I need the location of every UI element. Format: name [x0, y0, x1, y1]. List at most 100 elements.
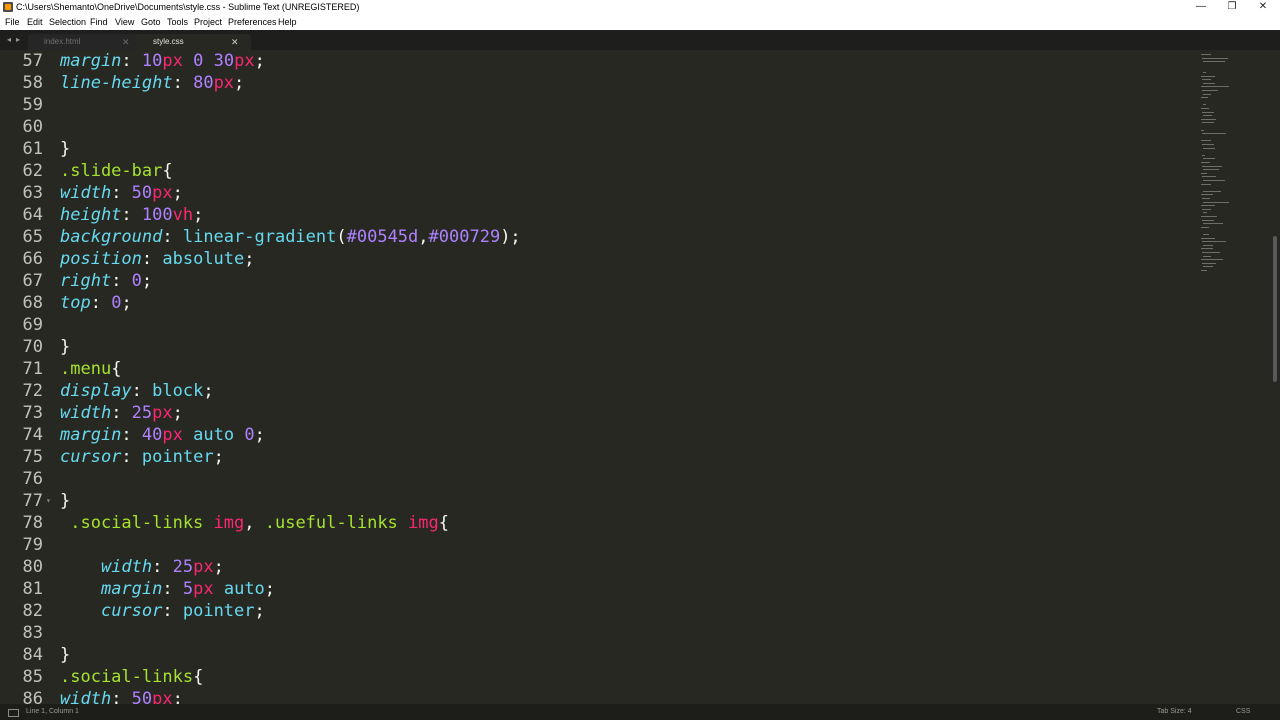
tab-size[interactable]: Tab Size: 4 [1157, 704, 1192, 720]
menu-selection[interactable]: Selection [49, 15, 86, 30]
minimap-line [1203, 223, 1223, 225]
panel-toggle-icon[interactable] [8, 709, 19, 717]
code-token: : [162, 227, 183, 247]
code-token: ; [264, 579, 276, 599]
minimap-line [1203, 190, 1221, 192]
code-line[interactable]: 63 width: 50px; [0, 182, 1190, 204]
tab-next-icon[interactable]: ▸ [16, 33, 20, 47]
menu-goto[interactable]: Goto [141, 15, 161, 30]
code-line[interactable]: 71 .menu{ [0, 358, 1190, 380]
code-text: .social-links{ [60, 666, 203, 688]
code-token: ; [254, 425, 265, 445]
code-text: cursor: pointer; [60, 600, 265, 622]
code-line[interactable]: 82 cursor: pointer; [0, 600, 1190, 622]
code-line[interactable]: 79 [0, 534, 1190, 556]
minimap-line [1201, 194, 1213, 196]
menu-edit[interactable]: Edit [27, 15, 43, 30]
vertical-scrollbar[interactable] [1270, 50, 1280, 704]
menu-tools[interactable]: Tools [167, 15, 188, 30]
code-line[interactable]: 72 display: block; [0, 380, 1190, 402]
code-line[interactable]: 68 top: 0; [0, 292, 1190, 314]
minimap-line [1202, 154, 1205, 156]
maximize-icon[interactable]: ❐ [1217, 0, 1247, 15]
minimap-line [1201, 54, 1211, 55]
code-line[interactable]: 74 margin: 40px auto 0; [0, 424, 1190, 446]
line-number: 70 [22, 337, 43, 357]
code-line[interactable]: 86 width: 50px; [0, 688, 1190, 704]
menu-project[interactable]: Project [194, 15, 222, 30]
minimap[interactable] [1198, 50, 1270, 280]
minimap-line [1202, 90, 1218, 91]
code-text: } [60, 336, 70, 358]
tab-prev-icon[interactable]: ◂ [7, 33, 11, 47]
code-line[interactable]: 59 [0, 94, 1190, 116]
menu-find[interactable]: Find [90, 15, 108, 30]
menu-preferences[interactable]: Preferences [228, 15, 277, 30]
code-line[interactable]: 60 [0, 116, 1190, 138]
code-line[interactable]: 84} [0, 644, 1190, 666]
code-line[interactable]: 76 [0, 468, 1190, 490]
menu-help[interactable]: Help [278, 15, 297, 30]
tab-style-css[interactable]: style.css ✕ [136, 34, 251, 50]
line-number: 66 [22, 249, 43, 269]
code-line[interactable]: 64 height: 100vh; [0, 204, 1190, 226]
tab-index-html[interactable]: index.html ✕ [28, 34, 141, 50]
code-line[interactable]: 66 position: absolute; [0, 248, 1190, 270]
title-bar: C:\Users\Shemanto\OneDrive\Documents\sty… [0, 0, 1280, 15]
code-token: ; [244, 249, 255, 269]
code-token: : [131, 381, 153, 401]
code-token: : [121, 205, 142, 225]
code-line[interactable]: 65 background: linear-gradient(#00545d,#0… [0, 226, 1190, 248]
code-editor[interactable]: 56font-size: 60px;57margin: 10px 0 30px;… [0, 50, 1270, 704]
code-line[interactable]: 58 line-height: 80px; [0, 72, 1190, 94]
code-line[interactable]: 80 width: 25px; [0, 556, 1190, 578]
code-line[interactable]: 81 margin: 5px auto; [0, 578, 1190, 600]
line-number: 68 [22, 293, 43, 313]
code-token: pointer [182, 601, 255, 621]
minimap-line [1201, 205, 1215, 207]
code-token: img [408, 513, 439, 533]
minimap-line [1202, 122, 1214, 124]
syntax-mode[interactable]: CSS [1236, 704, 1250, 720]
scrollbar-thumb[interactable] [1273, 236, 1277, 382]
minimap-line [1202, 241, 1226, 243]
code-line[interactable]: 69 [0, 314, 1190, 336]
tab-label: style.css [153, 37, 184, 46]
code-line[interactable]: 78 .social-links img, .useful-links img{ [0, 512, 1190, 534]
code-token: : [121, 447, 142, 467]
minimize-icon[interactable]: — [1186, 0, 1216, 15]
code-token: 30 [213, 51, 235, 71]
fold-arrow-icon[interactable]: ▾ [46, 490, 51, 512]
code-token: : [121, 51, 142, 71]
line-number: 82 [22, 601, 43, 621]
tab-close-icon[interactable]: ✕ [122, 34, 130, 50]
code-line[interactable]: 75 cursor: pointer; [0, 446, 1190, 468]
close-window-icon[interactable]: ✕ [1248, 0, 1278, 15]
code-line[interactable]: 61} [0, 138, 1190, 160]
code-line[interactable]: 73 width: 25px; [0, 402, 1190, 424]
code-line[interactable]: 85 .social-links{ [0, 666, 1190, 688]
code-token: ; [141, 271, 153, 291]
code-line[interactable]: 83 [0, 622, 1190, 644]
minimap-line [1202, 176, 1216, 178]
menu-file[interactable]: File [5, 15, 20, 30]
tab-close-icon[interactable]: ✕ [231, 34, 239, 50]
code-line[interactable]: 70} [0, 336, 1190, 358]
code-token: : [121, 425, 142, 445]
code-token: 5 [182, 579, 194, 599]
line-number: 73 [22, 403, 43, 423]
minimap-line [1201, 75, 1215, 77]
menu-view[interactable]: View [115, 15, 134, 30]
code-line[interactable]: 62 .slide-bar{ [0, 160, 1190, 182]
code-token: ; [203, 381, 214, 401]
code-token: : [111, 271, 132, 291]
code-token: 80 [193, 73, 214, 93]
code-line[interactable]: 77 ▾} [0, 490, 1190, 512]
code-token: 100 [141, 205, 173, 225]
code-token: px [193, 557, 214, 577]
code-token: } [60, 645, 71, 665]
code-line[interactable]: 67 right: 0; [0, 270, 1190, 292]
code-line[interactable]: 57 margin: 10px 0 30px; [0, 50, 1190, 72]
